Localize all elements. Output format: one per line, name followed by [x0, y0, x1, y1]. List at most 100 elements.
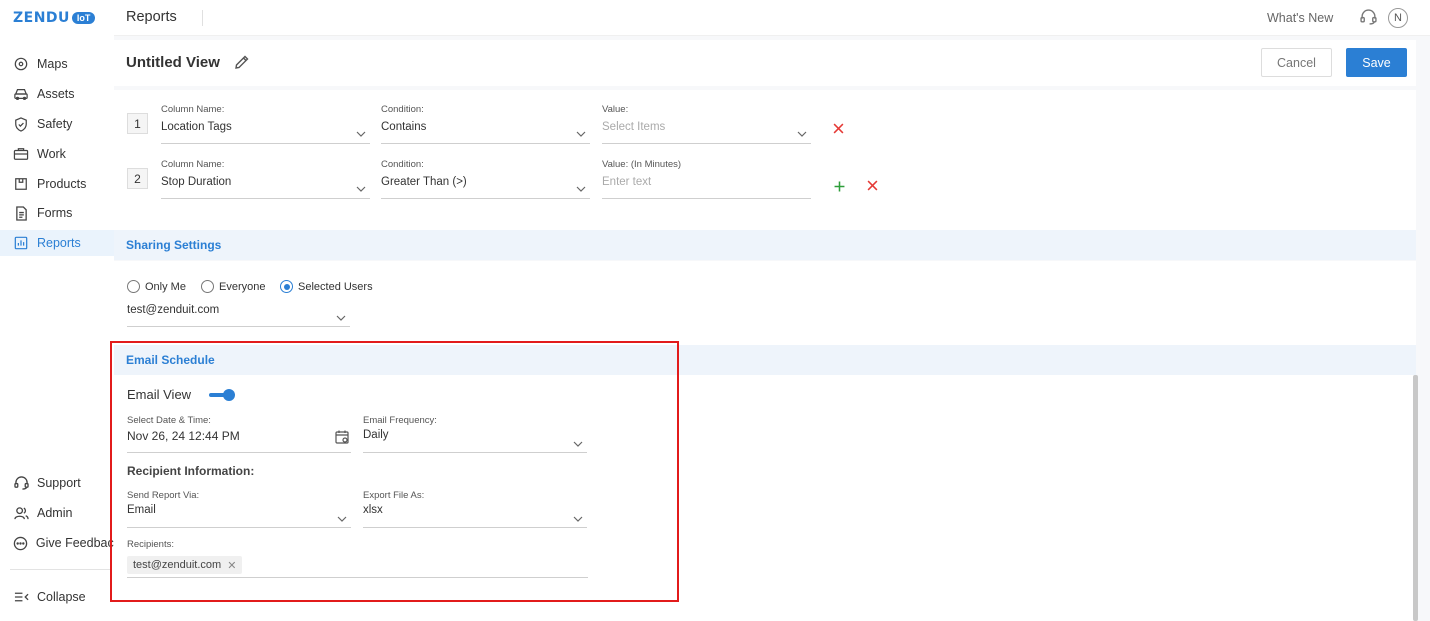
column-name-select[interactable]: Column Name: Location Tags: [161, 104, 370, 144]
headset-icon[interactable]: [1360, 9, 1377, 30]
field-underline: [381, 143, 590, 144]
sidebar-item-safety[interactable]: Safety: [0, 111, 114, 137]
whats-new-link[interactable]: What's New: [1267, 11, 1333, 25]
condition-select[interactable]: Condition: Greater Than (>): [381, 159, 590, 199]
radio-circle-selected: [280, 280, 293, 293]
sidebar-item-assets[interactable]: Assets: [0, 81, 114, 107]
column-name-select[interactable]: Column Name: Stop Duration: [161, 159, 370, 199]
collapse-label: Collapse: [37, 590, 86, 604]
remove-filter-icon[interactable]: [833, 122, 844, 138]
filters-panel: 1 Column Name: Location Tags Condition: …: [114, 90, 1416, 230]
sidebar-item-label: Support: [37, 476, 81, 490]
radio-everyone[interactable]: Everyone: [201, 280, 265, 293]
condition-select[interactable]: Condition: Contains: [381, 104, 590, 144]
sidebar-item-label: Give Feedback: [35, 536, 120, 550]
field-value: xlsx: [363, 504, 383, 516]
field-underline: [363, 452, 587, 453]
chevron-down-icon: [576, 179, 586, 197]
field-label: Value:: [602, 104, 629, 115]
email-frequency-select[interactable]: Email Frequency: Daily: [363, 415, 587, 453]
scrollbar[interactable]: [1413, 375, 1418, 621]
field-label: Email Frequency:: [363, 415, 437, 426]
sidebar: ZENDU IoT Maps Assets Safety Work Produc…: [0, 0, 120, 621]
box-icon: [12, 175, 30, 193]
email-view-label: Email View: [127, 387, 192, 402]
view-header: Untitled View Cancel Save: [114, 40, 1416, 86]
radio-label: Selected Users: [298, 280, 373, 293]
radio-selected-users[interactable]: Selected Users: [280, 280, 373, 293]
cancel-button[interactable]: Cancel: [1261, 48, 1332, 77]
briefcase-icon: [12, 145, 30, 163]
sidebar-item-products[interactable]: Products: [0, 171, 114, 197]
page-title: Reports: [126, 9, 177, 25]
calendar-icon[interactable]: [335, 430, 349, 449]
field-placeholder: Enter text: [602, 176, 652, 188]
recipient-info-heading: Recipient Information:: [127, 464, 255, 478]
add-filter-icon[interactable]: [834, 179, 845, 195]
radio-label: Only Me: [145, 280, 186, 293]
chart-icon: [12, 234, 30, 252]
chevron-down-icon: [573, 434, 583, 452]
logo-badge: IoT: [71, 12, 96, 24]
field-label: Send Report Via:: [127, 490, 200, 501]
chevron-down-icon: [337, 509, 347, 527]
email-view-toggle[interactable]: [209, 389, 235, 401]
field-label: Condition:: [381, 104, 424, 115]
field-value: Nov 26, 24 12:44 PM: [127, 429, 240, 443]
sharing-settings-panel: Only Me Everyone Selected Users test@zen…: [114, 261, 1416, 345]
close-icon[interactable]: ✕: [227, 559, 236, 572]
shield-icon: [12, 115, 30, 133]
field-underline: [127, 527, 351, 528]
top-bar: Reports What's New N: [114, 0, 1430, 36]
send-report-via-select[interactable]: Send Report Via: Email: [127, 490, 351, 528]
field-label: Select Date & Time:: [127, 415, 211, 426]
field-placeholder: Select Items: [602, 121, 666, 133]
radio-label: Everyone: [219, 280, 266, 293]
chevron-down-icon: [336, 308, 346, 326]
sidebar-item-admin[interactable]: Admin: [0, 500, 114, 526]
zenduit-logo[interactable]: ZENDU IoT: [13, 8, 96, 28]
export-file-as-select[interactable]: Export File As: xlsx: [363, 490, 587, 528]
topbar-divider: [202, 10, 203, 26]
logo-text: ZENDU: [13, 10, 70, 26]
sidebar-item-label: Work: [37, 147, 66, 161]
sidebar-item-label: Assets: [37, 87, 75, 101]
document-icon: [12, 204, 30, 222]
date-time-picker[interactable]: Select Date & Time: Nov 26, 24 12:44 PM: [127, 415, 351, 453]
chevron-down-icon: [797, 124, 807, 142]
radio-circle: [201, 280, 214, 293]
sidebar-item-reports[interactable]: Reports: [0, 230, 114, 256]
field-underline: [161, 198, 370, 199]
sidebar-item-label: Admin: [37, 506, 73, 520]
remove-filter-icon[interactable]: [867, 179, 878, 195]
selected-users-select[interactable]: test@zenduit.com: [127, 304, 350, 328]
save-button[interactable]: Save: [1346, 48, 1407, 77]
field-label: Value: (In Minutes): [602, 159, 682, 170]
value-select[interactable]: Value: Select Items: [602, 104, 811, 144]
sidebar-item-support[interactable]: Support: [0, 470, 114, 496]
field-label: Condition:: [381, 159, 424, 170]
sidebar-item-give-feedback[interactable]: Give Feedback: [0, 530, 120, 556]
car-icon: [12, 85, 30, 103]
field-value: Location Tags: [161, 121, 232, 133]
sidebar-item-forms[interactable]: Forms: [0, 200, 114, 226]
sidebar-item-maps[interactable]: Maps: [0, 51, 114, 77]
headset-icon: [12, 474, 30, 492]
email-schedule-header: Email Schedule: [114, 345, 1416, 375]
sidebar-collapse[interactable]: Collapse: [0, 584, 114, 610]
radio-only-me[interactable]: Only Me: [127, 280, 186, 293]
field-label: Export File As:: [363, 490, 425, 501]
pencil-icon[interactable]: [234, 54, 250, 75]
value-input[interactable]: Value: (In Minutes) Enter text: [602, 159, 811, 199]
collapse-icon: [12, 588, 30, 606]
field-value: Daily: [363, 429, 389, 441]
field-value: Stop Duration: [161, 176, 232, 188]
field-value: test@zenduit.com: [127, 304, 220, 316]
section-title: Sharing Settings: [126, 238, 222, 252]
sharing-settings-header: Sharing Settings: [114, 230, 1416, 260]
chevron-down-icon: [573, 509, 583, 527]
sidebar-item-work[interactable]: Work: [0, 141, 114, 167]
avatar[interactable]: N: [1388, 8, 1408, 28]
field-label: Column Name:: [161, 104, 225, 115]
filter-row-number: 2: [127, 168, 148, 189]
